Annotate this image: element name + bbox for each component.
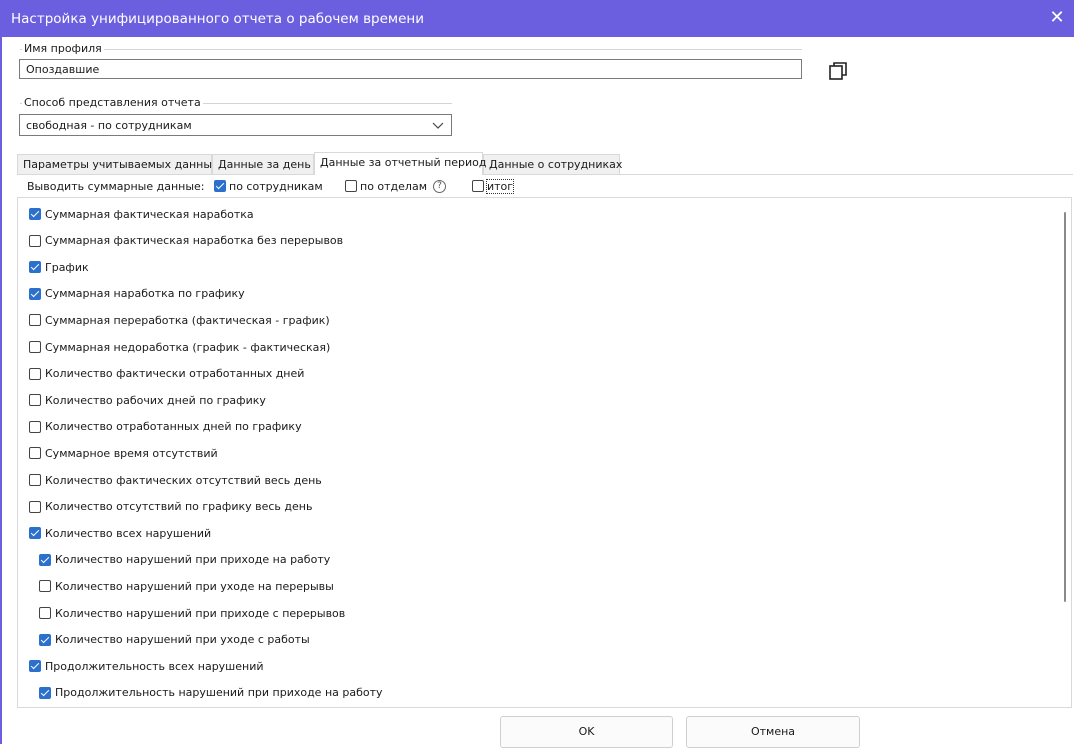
list-item[interactable]: Суммарная наработка по графику — [29, 287, 245, 305]
list-item-label: Суммарная недоработка (график - фактичес… — [45, 340, 331, 354]
summary-option-label: итог — [485, 178, 515, 194]
list-item[interactable]: Суммарная переработка (фактическая - гра… — [29, 313, 330, 331]
title-bar: Настройка унифицированного отчета о рабо… — [0, 0, 1074, 37]
list-item[interactable]: Количество нарушений при уходе с работы — [39, 633, 310, 651]
list-item-label: Количество нарушений при уходе с работы — [55, 633, 310, 647]
list-item-label: Количество отработанных дней по графику — [45, 420, 302, 434]
list-item[interactable]: Количество всех нарушений — [29, 526, 211, 544]
list-item[interactable]: Количество фактических отсутствий весь д… — [29, 473, 322, 491]
list-item-label: Количество отсутствий по графику весь де… — [45, 500, 313, 514]
checkbox-icon[interactable] — [39, 633, 51, 646]
checkbox-icon[interactable] — [29, 208, 41, 220]
tab-period-data[interactable]: Данные за отчетный период — [314, 152, 487, 175]
list-item-label: Количество нарушений при уходе на переры… — [55, 579, 334, 593]
fields-list[interactable]: Суммарная фактическая наработка Суммарная… — [17, 197, 1072, 708]
copy-icon[interactable] — [827, 60, 849, 82]
list-item[interactable]: Количество отработанных дней по графику — [29, 420, 302, 438]
list-item[interactable]: График — [29, 260, 89, 278]
checkbox-icon[interactable] — [29, 394, 41, 407]
list-item-label: Количество нарушений при приходе на рабо… — [55, 553, 331, 567]
summary-option-label: по отделам — [360, 179, 427, 193]
summary-option-total[interactable]: итог — [472, 178, 515, 194]
checkbox-icon[interactable] — [29, 660, 41, 673]
list-item[interactable]: Суммарная фактическая наработка без пере… — [29, 234, 343, 252]
checkbox-icon[interactable] — [29, 420, 41, 433]
representation-select[interactable]: свободная - по сотрудникам — [19, 114, 452, 136]
profile-label: Имя профиля — [22, 42, 104, 55]
checkbox-icon[interactable] — [29, 261, 41, 274]
summary-row: Выводить суммарные данные: по сотрудника… — [17, 175, 1073, 197]
checkbox-icon[interactable] — [29, 287, 41, 300]
list-item-label: Суммарная фактическая наработка без пере… — [45, 234, 344, 248]
close-icon[interactable]: ✕ — [1045, 6, 1069, 30]
tab-parameters[interactable]: Параметры учитываемых данных — [17, 154, 219, 174]
list-item-label: Суммарная фактическая наработка — [45, 207, 254, 221]
checkbox-icon[interactable] — [29, 500, 41, 513]
list-item-label: Продолжительность всех нарушений — [45, 659, 264, 673]
window-border — [0, 37, 2, 744]
checkbox-icon[interactable] — [29, 367, 41, 380]
list-item[interactable]: Количество отсутствий по графику весь де… — [29, 500, 312, 518]
list-item-label: Суммарное время отсутствий — [45, 446, 218, 460]
summary-option-employees[interactable]: по сотрудникам — [214, 179, 323, 193]
cancel-button[interactable]: Отмена — [686, 716, 860, 748]
ok-button[interactable]: OK — [500, 716, 673, 748]
list-item-label: График — [45, 260, 89, 274]
list-item-label: Продолжительность нарушений при приходе … — [55, 686, 383, 700]
list-item[interactable]: Суммарная фактическая наработка — [29, 207, 254, 225]
summary-option-label: по сотрудникам — [229, 179, 323, 193]
list-item-label: Суммарная наработка по графику — [45, 287, 245, 301]
window-title: Настройка унифицированного отчета о рабо… — [11, 11, 425, 27]
list-item-label: Количество фактических отсутствий весь д… — [45, 473, 322, 487]
scrollbar-thumb[interactable] — [1064, 212, 1066, 602]
list-item-label: Количество фактически отработанных дней — [45, 367, 305, 381]
tab-employee-data[interactable]: Данные о сотрудниках — [483, 154, 622, 174]
list-item[interactable]: Количество рабочих дней по графику — [29, 393, 266, 411]
list-item[interactable]: Продолжительность нарушений при приходе … — [39, 686, 383, 704]
list-item-label: Количество нарушений при приходе с перер… — [55, 606, 346, 620]
checkbox-icon[interactable] — [29, 527, 41, 540]
summary-label: Выводить суммарные данные: — [27, 180, 205, 193]
checkbox-icon[interactable] — [472, 180, 484, 192]
checkbox-icon[interactable] — [29, 447, 41, 460]
checkbox-icon[interactable] — [29, 314, 41, 327]
list-item[interactable]: Продолжительность всех нарушений — [29, 659, 264, 677]
list-item[interactable]: Количество нарушений при приходе на рабо… — [39, 553, 330, 571]
tab-day-data[interactable]: Данные за день — [212, 154, 314, 174]
list-item-label: Суммарная переработка (фактическая - гра… — [45, 313, 330, 327]
profile-name-input[interactable]: Опоздавшие — [19, 59, 802, 79]
help-icon[interactable]: ? — [433, 179, 446, 193]
list-item[interactable]: Суммарная недоработка (график - фактичес… — [29, 340, 330, 358]
checkbox-icon[interactable] — [214, 180, 226, 192]
list-item[interactable]: Количество нарушений при уходе на переры… — [39, 579, 334, 597]
profile-group-line — [20, 49, 802, 50]
list-item[interactable]: Суммарное время отсутствий — [29, 446, 218, 464]
summary-option-departments[interactable]: по отделам? — [345, 179, 446, 193]
checkbox-icon[interactable] — [345, 180, 357, 192]
checkbox-icon[interactable] — [29, 341, 41, 353]
checkbox-icon[interactable] — [39, 607, 51, 619]
list-item-label: Количество рабочих дней по графику — [45, 393, 266, 407]
representation-value: свободная - по сотрудникам — [26, 119, 192, 132]
checkbox-icon[interactable] — [39, 686, 51, 699]
list-item[interactable]: Количество фактически отработанных дней — [29, 367, 304, 385]
chevron-down-icon — [432, 122, 444, 129]
list-item-label: Количество всех нарушений — [45, 526, 212, 540]
checkbox-icon[interactable] — [29, 474, 41, 486]
checkbox-icon[interactable] — [39, 553, 51, 566]
representation-label: Способ представления отчета — [22, 96, 203, 109]
checkbox-icon[interactable] — [29, 234, 41, 247]
checkbox-icon[interactable] — [39, 580, 51, 593]
list-item[interactable]: Количество нарушений при приходе с перер… — [39, 606, 345, 624]
